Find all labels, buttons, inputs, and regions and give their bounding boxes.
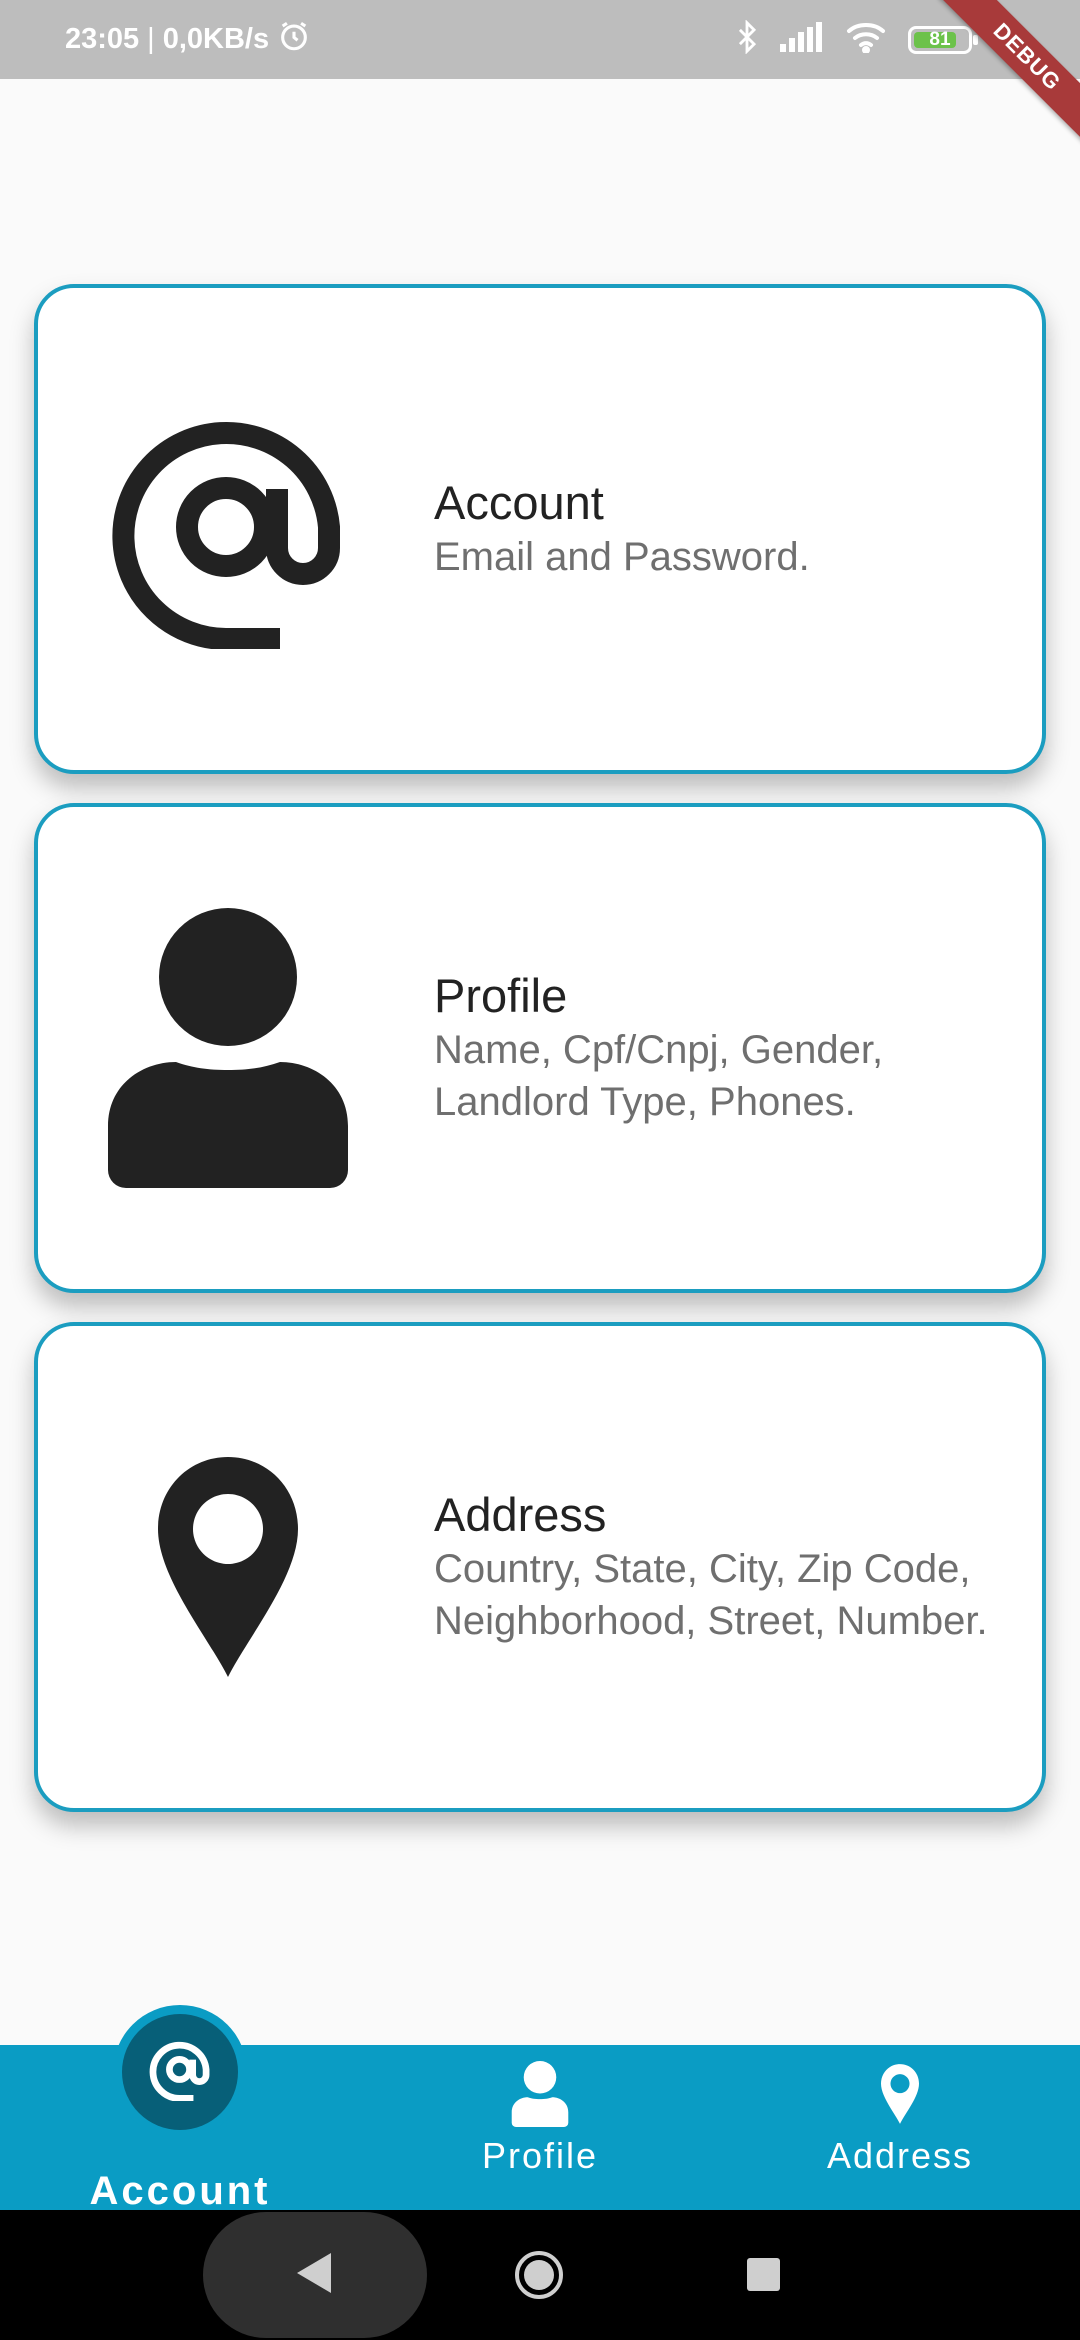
- status-separator: |: [147, 23, 155, 55]
- location-pin-icon: [881, 2059, 919, 2129]
- nav-label: Account: [89, 2169, 271, 2213]
- at-sign-icon: [149, 2039, 211, 2106]
- account-card-text: Account Email and Password.: [434, 288, 994, 770]
- card-title: Profile: [434, 969, 568, 1022]
- profile-card[interactable]: Profile Name, Cpf/Cnpj, Gender, Landlord…: [34, 803, 1046, 1293]
- nav-label: Profile: [481, 2135, 599, 2176]
- wifi-icon: [846, 21, 886, 58]
- battery-icon: 81: [908, 25, 978, 54]
- card-title: Address: [434, 1488, 607, 1541]
- bluetooth-icon: [736, 19, 758, 59]
- person-icon: [509, 2059, 571, 2129]
- address-card-text: Address Country, State, City, Zip Code, …: [434, 1326, 994, 1808]
- nav-item-account[interactable]: Account: [0, 2005, 360, 2213]
- back-triangle-icon: [297, 2252, 333, 2298]
- recent-apps-button[interactable]: [747, 2258, 780, 2291]
- address-card[interactable]: Address Country, State, City, Zip Code, …: [34, 1322, 1046, 1812]
- card-subtitle: Email and Password.: [434, 535, 810, 579]
- at-sign-icon: [98, 288, 358, 770]
- profile-card-text: Profile Name, Cpf/Cnpj, Gender, Landlord…: [434, 807, 994, 1289]
- nav-bubble-inner: [122, 2014, 238, 2130]
- nav-item-profile[interactable]: Profile: [360, 2045, 720, 2210]
- battery-cap: [973, 34, 978, 45]
- account-card[interactable]: Account Email and Password.: [34, 284, 1046, 774]
- card-title: Account: [434, 476, 604, 529]
- alarm-icon: [277, 19, 311, 61]
- status-bar: 23:05 | 0,0KB/s 81: [0, 0, 1080, 79]
- location-pin-icon: [98, 1326, 358, 1808]
- nav-item-address[interactable]: Address: [720, 2045, 1080, 2210]
- nav-label: Address: [826, 2135, 974, 2176]
- signal-icon: [780, 22, 824, 57]
- card-subtitle: Name, Cpf/Cnpj, Gender, Landlord Type, P…: [434, 1028, 884, 1124]
- active-nav-bubble: [113, 2005, 247, 2139]
- back-button[interactable]: [203, 2212, 427, 2338]
- battery-percent: 81: [929, 28, 951, 50]
- status-left: 23:05 | 0,0KB/s: [65, 0, 311, 79]
- status-time: 23:05: [65, 23, 140, 55]
- system-navigation-bar: [0, 2210, 1080, 2340]
- home-button[interactable]: [514, 2250, 564, 2305]
- bottom-navigation: Account Profile Address: [0, 2005, 1080, 2213]
- status-network-speed: 0,0KB/s: [162, 23, 270, 55]
- person-icon: [98, 807, 358, 1289]
- home-circle-icon: [515, 2251, 563, 2299]
- card-subtitle: Country, State, City, Zip Code, Neighbor…: [434, 1547, 988, 1643]
